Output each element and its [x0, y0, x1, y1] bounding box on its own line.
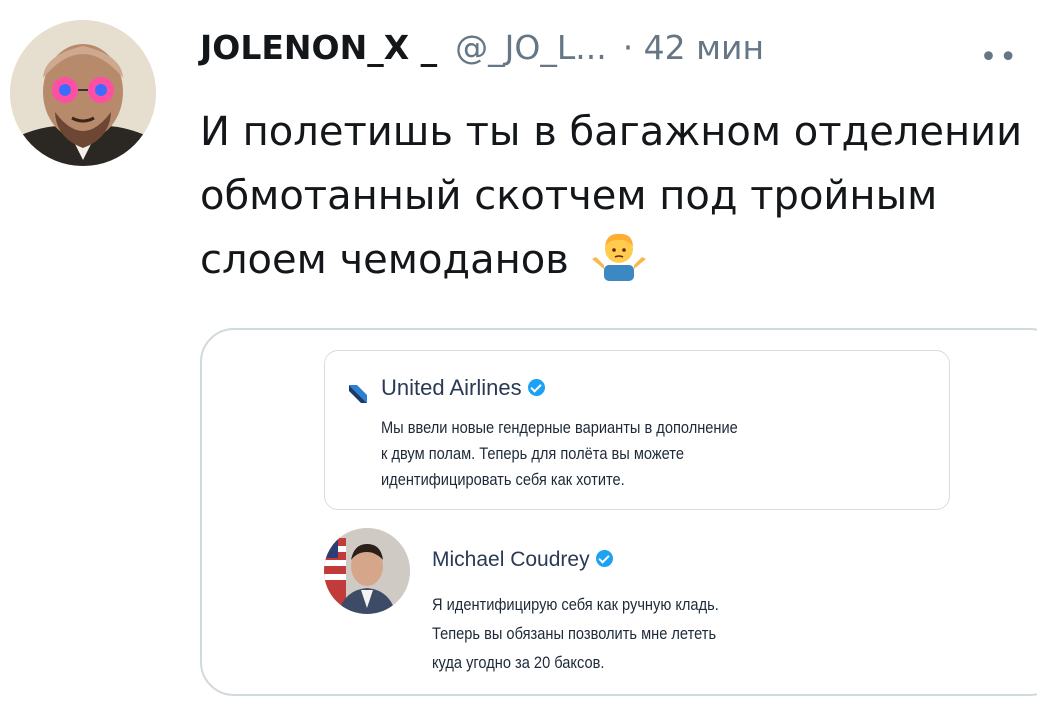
- person-shrugging-emoji-icon: [591, 233, 646, 281]
- post-author: United Airlines: [381, 375, 545, 401]
- quoted-media-card[interactable]: United Airlines Мы ввели новые гендерные…: [200, 328, 1037, 696]
- avatar-portrait: [10, 20, 156, 166]
- verified-badge-icon: [527, 379, 545, 396]
- michael-coudrey-avatar: [324, 528, 410, 614]
- author-handle[interactable]: @_JO_L...: [455, 28, 607, 67]
- post-text: Мы ввели новые гендерные варианты в допо…: [381, 415, 863, 493]
- post-line: куда угодно за 20 баксов.: [432, 653, 605, 672]
- post-line: Мы ввели новые гендерные варианты в допо…: [381, 418, 738, 437]
- michael-coudrey-name: Michael Coudrey: [432, 548, 590, 571]
- post-line: идентифицировать себя как хотите.: [381, 470, 625, 489]
- embedded-screenshot: United Airlines Мы ввели новые гендерные…: [322, 350, 962, 680]
- united-airlines-name: United Airlines: [381, 375, 522, 400]
- post-line: Теперь вы обязаны позволить мне лететь: [432, 624, 717, 643]
- author-name[interactable]: JOLENON_X _: [200, 28, 437, 67]
- tweet-text: И полетишь ты в багажном отделении обмот…: [200, 100, 1035, 292]
- more-options-icon[interactable]: ••: [980, 40, 1019, 75]
- post-line: Я идентифицирую себя как ручную кладь.: [432, 595, 719, 614]
- author-avatar[interactable]: [10, 20, 156, 166]
- post-author: Michael Coudrey: [432, 548, 613, 572]
- united-airlines-post: United Airlines Мы ввели новые гендерные…: [324, 350, 950, 510]
- tweet-header: JOLENON_X _ @_JO_L... · 42 мин: [200, 28, 1030, 74]
- verified-badge-icon: [595, 550, 613, 567]
- post-text: Я идентифицирую себя как ручную кладь. Т…: [432, 590, 879, 677]
- post-line: к двум полам. Теперь для полёта вы может…: [381, 444, 684, 463]
- united-airlines-logo-icon: [349, 385, 367, 403]
- tweet-timestamp[interactable]: · 42 мин: [623, 28, 764, 67]
